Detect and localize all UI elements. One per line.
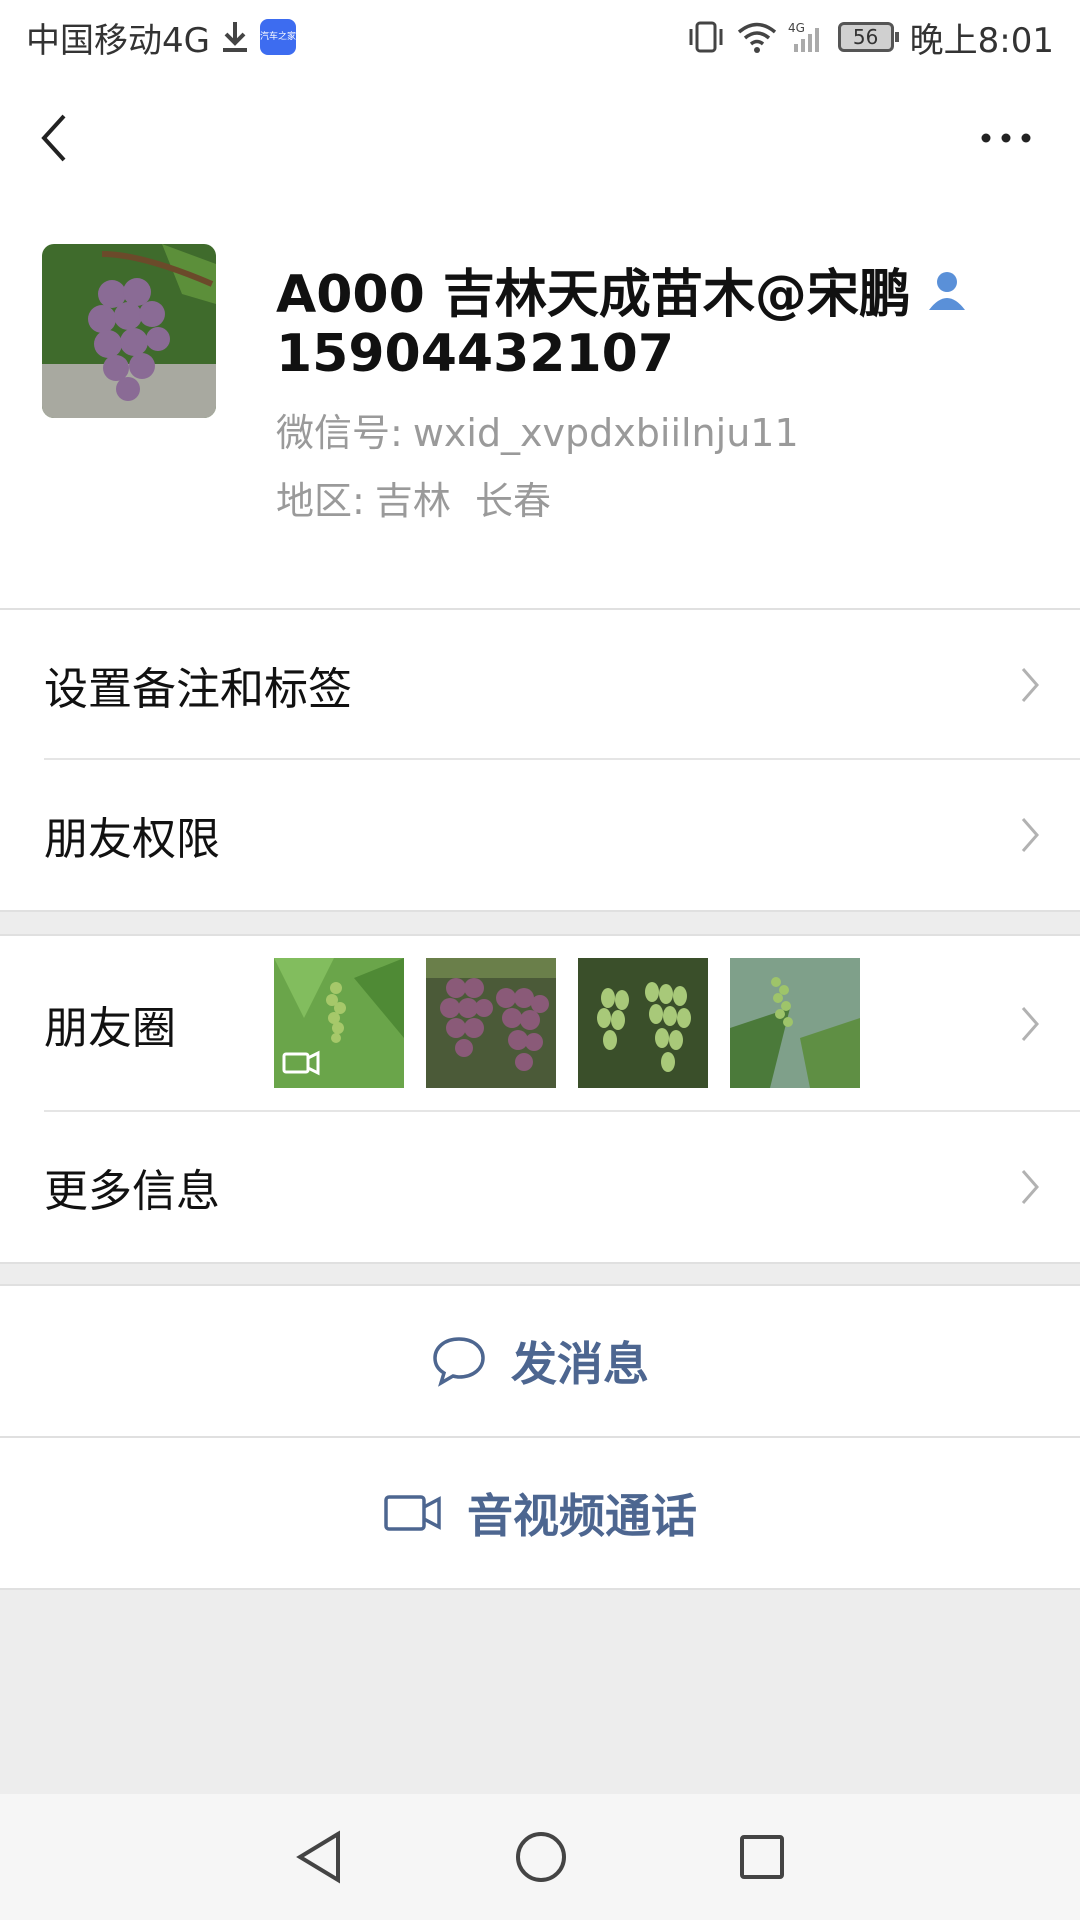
nav-recents-icon[interactable]	[738, 1833, 786, 1881]
region-label: 地区:	[276, 479, 365, 523]
status-left: 中国移动4G 汽车之家	[26, 13, 296, 62]
svg-text:4G: 4G	[788, 21, 805, 35]
send-message-button[interactable]: 发消息	[0, 1286, 1080, 1436]
back-arrow-icon[interactable]	[34, 110, 74, 166]
wechat-id-value: wxid_xvpdxbiilnju11	[412, 411, 799, 455]
moments-thumbnail	[730, 958, 860, 1088]
battery-icon: 56	[837, 22, 899, 52]
moments-row[interactable]: 朋友圈	[0, 936, 1080, 1112]
divider	[0, 1588, 1080, 1590]
contact-name-line: A000 吉林天成苗木@宋鹏	[276, 252, 969, 327]
person-icon	[928, 271, 965, 310]
avatar[interactable]	[42, 244, 216, 418]
moments-thumbnails	[274, 958, 860, 1088]
wechat-id-label: 微信号:	[276, 411, 403, 455]
moments-label: 朋友圈	[44, 1003, 176, 1054]
profile-card: A000 吉林天成苗木@宋鹏 15904432107 微信号: wxid_xvpd…	[0, 202, 1080, 608]
download-icon	[222, 22, 247, 52]
moments-thumbnail	[578, 958, 708, 1088]
settings-group: 设置备注和标签 朋友权限	[0, 608, 1080, 912]
divider	[0, 1262, 1080, 1264]
status-bar: 中国移动4G 汽车之家 4G 56 晚上8:01	[0, 0, 1080, 74]
divider	[0, 910, 1080, 912]
app-badge-icon: 汽车之家	[259, 19, 296, 55]
title-bar	[0, 74, 1080, 202]
more-info-row[interactable]: 更多信息	[0, 1112, 1080, 1262]
send-message-label: 发消息	[511, 1337, 649, 1391]
chevron-right-icon	[1021, 1007, 1039, 1041]
vibrate-icon	[689, 21, 723, 53]
moments-thumbnail	[274, 958, 404, 1088]
av-call-button[interactable]: 音视频通话	[0, 1438, 1080, 1588]
nav-home-icon[interactable]	[514, 1830, 568, 1884]
carrier-label: 中国移动4G	[26, 20, 210, 61]
wifi-icon	[737, 22, 776, 53]
chat-bubble-icon	[433, 1337, 485, 1387]
friend-permissions-row[interactable]: 朋友权限	[0, 760, 1080, 910]
actions-group: 发消息 音视频通话	[0, 1284, 1080, 1590]
moments-group: 朋友圈 更多信息	[0, 934, 1080, 1264]
system-navigation-bar	[0, 1794, 1080, 1920]
set-remark-label: 设置备注和标签	[44, 664, 352, 715]
region-line: 地区: 吉林 长春	[276, 470, 551, 525]
signal-4g-icon: 4G	[788, 21, 819, 52]
chevron-right-icon	[1021, 668, 1039, 702]
moments-thumbnail	[426, 958, 556, 1088]
contact-profile-screen: 中国移动4G 汽车之家 4G 56 晚上8:01 A000 吉林天成苗木@宋鹏 …	[0, 0, 1080, 1920]
nav-back-icon[interactable]	[294, 1830, 344, 1884]
more-options-icon[interactable]	[978, 128, 1034, 148]
grape-avatar-image	[42, 244, 216, 418]
status-right: 4G 56 晚上8:01	[686, 13, 1054, 62]
video-camera-icon	[384, 1495, 441, 1531]
av-call-label: 音视频通话	[467, 1489, 697, 1543]
wechat-id-line: 微信号: wxid_xvpdxbiilnju11	[276, 402, 799, 457]
contact-name: A000 吉林天成苗木@宋鹏	[276, 265, 911, 325]
chevron-right-icon	[1021, 818, 1039, 852]
more-info-label: 更多信息	[44, 1166, 220, 1217]
friend-permissions-label: 朋友权限	[44, 814, 220, 865]
region-value: 吉林 长春	[374, 479, 551, 523]
contact-phone: 15904432107	[276, 324, 674, 384]
set-remark-row[interactable]: 设置备注和标签	[0, 610, 1080, 760]
chevron-right-icon	[1021, 1170, 1039, 1204]
clock-time: 晚上8:01	[909, 20, 1054, 61]
